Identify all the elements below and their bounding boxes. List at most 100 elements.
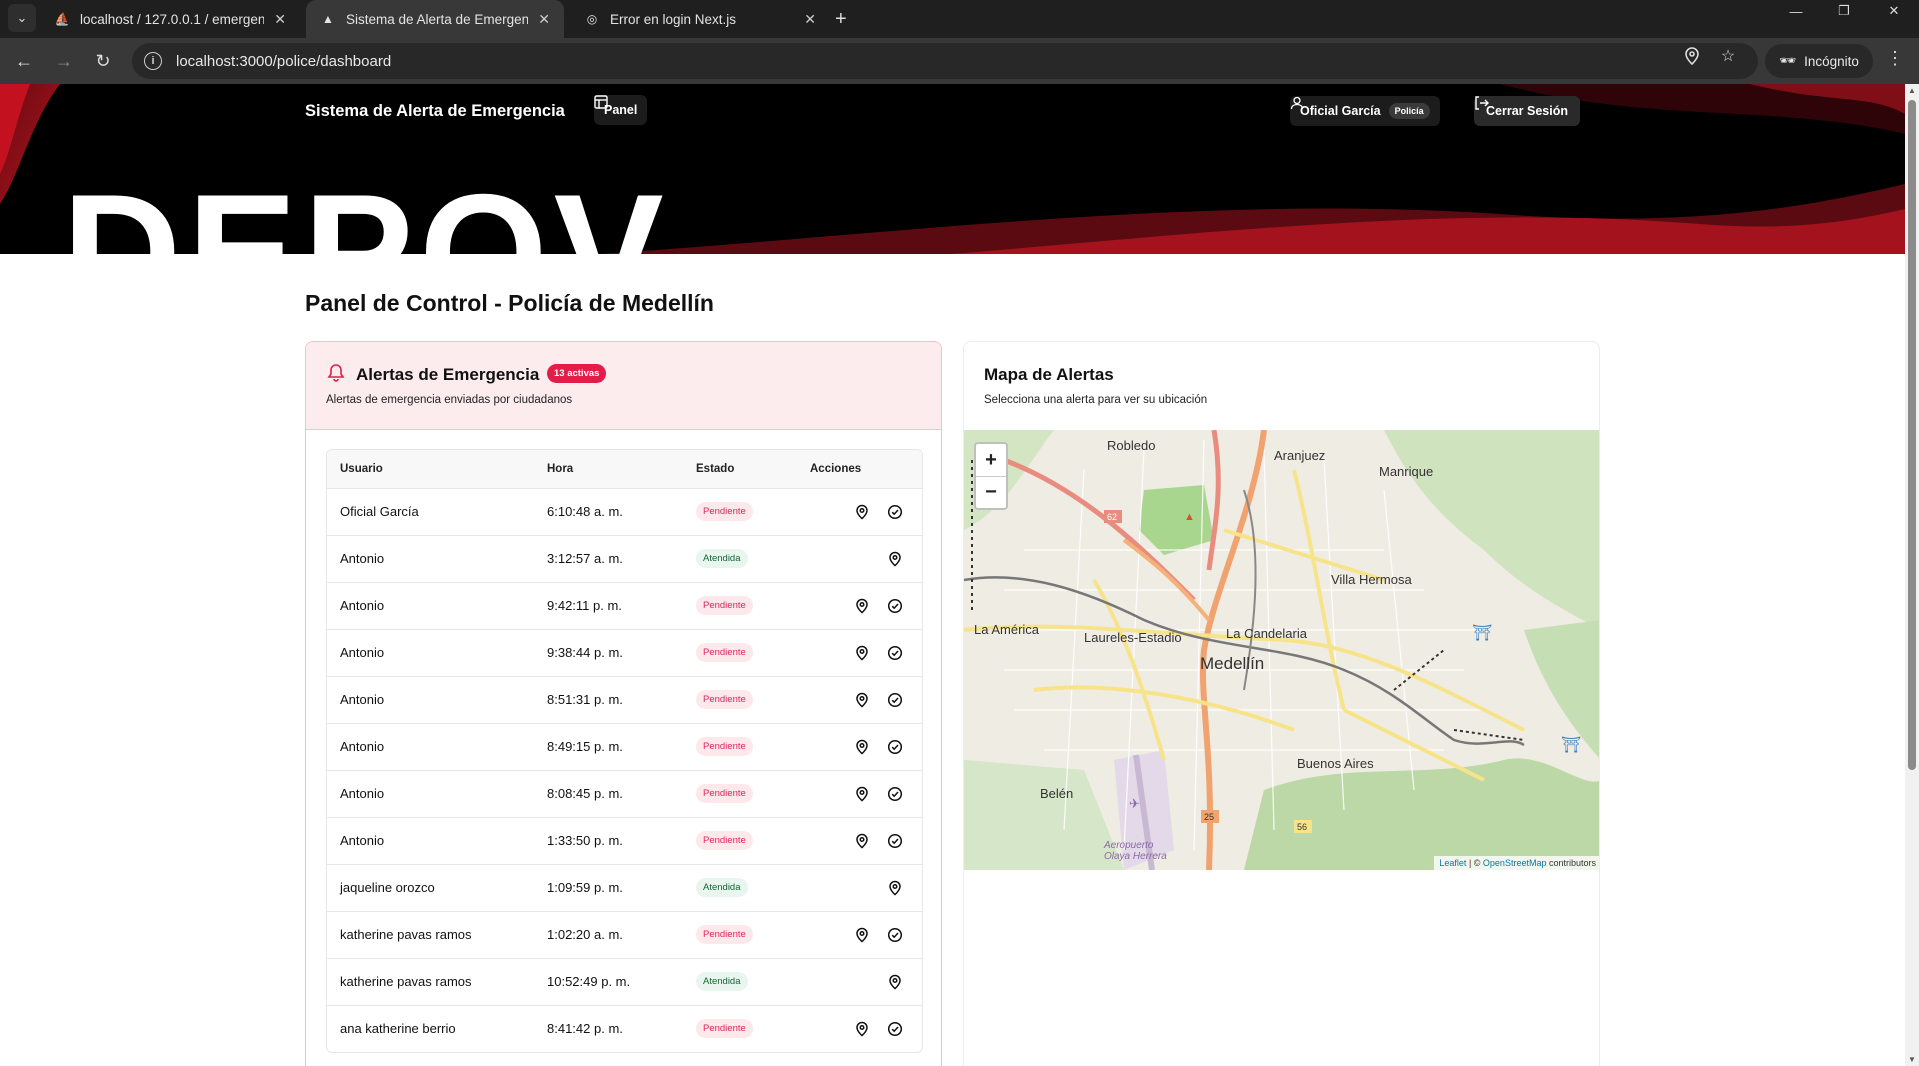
alert-status-cell: Pendiente [696,816,810,864]
address-bar[interactable]: i localhost:3000/police/dashboard [132,43,1758,79]
table-row[interactable]: Oficial García 6:10:48 a. m. Pendiente [327,487,922,535]
zoom-out-button[interactable]: − [976,476,1006,508]
alerts-map[interactable]: 62 56 25 ⛩ ⛩ ▲ ✈ Robledo Aranjuez Manriq… [964,430,1599,870]
phpmyadmin-icon: ⛵ [54,12,70,26]
table-row[interactable]: Antonio 8:51:31 p. m. Pendiente [327,675,922,723]
back-icon[interactable]: ← [10,47,38,75]
map-pin-icon[interactable] [848,780,875,807]
alert-user: katherine pavas ramos [327,957,547,1005]
mark-attended-check-icon[interactable] [881,1015,908,1042]
browser-tab-active[interactable]: ▲ Sistema de Alerta de Emergenc ✕ [306,0,564,38]
mark-attended-check-icon[interactable] [881,733,908,760]
osm-link[interactable]: OpenStreetMap [1483,858,1547,868]
table-row[interactable]: Antonio 3:12:57 a. m. Atendida [327,534,922,582]
map-label-airport: Aeropuerto Olaya Herrera [1104,840,1167,862]
close-tab-icon[interactable]: ✕ [274,11,286,28]
logout-label: Cerrar Sesión [1486,104,1568,118]
map-pin-icon[interactable] [881,968,908,995]
panel-nav-button[interactable]: Panel [594,95,648,125]
attribution-tail: contributors [1546,858,1596,868]
layout-icon [594,95,608,109]
mark-attended-check-icon[interactable] [881,827,908,854]
location-icon[interactable] [1682,46,1702,66]
incognito-label: Incógnito [1804,53,1859,69]
mark-attended-check-icon[interactable] [881,639,908,666]
tab-search-button[interactable]: ⌄ [8,4,36,32]
alert-actions-cell [810,534,922,582]
scroll-down-arrow[interactable]: ▼ [1907,1055,1917,1064]
bookmark-star-icon[interactable]: ☆ [1718,46,1738,66]
alert-time: 8:49:15 p. m. [547,722,696,770]
map-tiles: 62 56 25 ⛩ ⛩ ▲ ✈ [964,430,1599,870]
map-pin-icon[interactable] [848,686,875,713]
alert-user: katherine pavas ramos [327,910,547,958]
close-tab-icon[interactable]: ✕ [804,11,816,28]
user-name: Oficial García [1300,104,1381,118]
mark-attended-check-icon[interactable] [881,780,908,807]
map-title: Mapa de Alertas [984,365,1114,384]
new-tab-button[interactable]: + [835,0,847,38]
status-badge: Pendiente [696,643,753,662]
user-menu[interactable]: Oficial García Policía [1290,96,1440,126]
map-subtitle: Selecciona una alerta para ver su ubicac… [984,394,1208,406]
map-pin-icon[interactable] [848,921,875,948]
table-row[interactable]: jaqueline orozco 1:09:59 p. m. Atendida [327,863,922,911]
status-badge: Pendiente [696,737,753,756]
table-row[interactable]: Antonio 8:49:15 p. m. Pendiente [327,722,922,770]
table-row[interactable]: Antonio 9:42:11 p. m. Pendiente [327,581,922,629]
status-badge: Pendiente [696,596,753,615]
alert-actions-cell [810,722,922,770]
alert-time: 8:51:31 p. m. [547,675,696,723]
map-pin-icon[interactable] [848,827,875,854]
scrollbar-thumb[interactable] [1908,100,1916,770]
map-pin-icon[interactable] [848,639,875,666]
close-tab-icon[interactable]: ✕ [538,11,550,28]
site-info-icon[interactable]: i [144,52,162,70]
status-badge: Pendiente [696,690,753,709]
browser-tab-error[interactable]: ◎ Error en login Next.js ✕ [570,0,830,38]
reload-icon[interactable]: ↻ [89,47,117,75]
browser-toolbar: ← → ↻ i localhost:3000/police/dashboard … [0,38,1919,84]
alert-actions-cell [810,769,922,817]
brand-title[interactable]: Sistema de Alerta de Emergencia [305,102,565,121]
map-pin-icon[interactable] [848,592,875,619]
alert-actions-cell [810,487,922,535]
map-pin-icon[interactable] [881,545,908,572]
map-pin-icon[interactable] [848,1015,875,1042]
table-row[interactable]: ana katherine berrio 8:41:42 p. m. Pendien… [327,1004,922,1052]
page-scrollbar[interactable]: ▲ ▼ [1905,84,1919,1066]
restore-icon[interactable]: ❐ [1822,0,1866,22]
minimize-icon[interactable]: — [1774,0,1818,22]
mark-attended-check-icon[interactable] [881,686,908,713]
forward-icon[interactable]: → [50,47,78,75]
mark-attended-check-icon[interactable] [881,592,908,619]
table-row[interactable]: Antonio 8:08:45 p. m. Pendiente [327,769,922,817]
alerts-table-body: Oficial García 6:10:48 a. m. Pendiente Anto… [327,487,922,1052]
map-pin-icon[interactable] [881,874,908,901]
page-viewport: DEPOV Sistema de Alerta de Emergencia Pa… [0,84,1905,1066]
close-window-icon[interactable]: ✕ [1872,0,1916,22]
table-row[interactable]: katherine pavas ramos 1:02:20 a. m. Pendie… [327,910,922,958]
logout-button[interactable]: Cerrar Sesión [1474,96,1580,126]
map-pin-icon[interactable] [848,498,875,525]
leaflet-link[interactable]: Leaflet [1439,858,1466,868]
alert-user: ana katherine berrio [327,1004,547,1052]
table-row[interactable]: Antonio 9:38:44 p. m. Pendiente [327,628,922,676]
browser-menu-icon[interactable]: ⋮ [1886,48,1904,69]
browser-tab-phpmyadmin[interactable]: ⛵ localhost / 127.0.0.1 / emergenc ✕ [40,0,300,38]
scroll-up-arrow[interactable]: ▲ [1907,86,1917,95]
active-count-badge: 13 activas [547,364,607,383]
alerts-card: Alertas de Emergencia 13 activas Alertas… [305,341,942,1066]
alert-time: 8:41:42 p. m. [547,1004,696,1052]
table-row[interactable]: katherine pavas ramos 10:52:49 p. m. Atend… [327,957,922,1005]
table-row[interactable]: Antonio 1:33:50 p. m. Pendiente [327,816,922,864]
incognito-indicator[interactable]: 🕶 Incógnito [1765,44,1873,78]
alert-status-cell: Atendida [696,957,810,1005]
zoom-in-button[interactable]: + [976,444,1006,476]
mark-attended-check-icon[interactable] [881,921,908,948]
status-badge: Atendida [696,878,748,897]
map-pin-icon[interactable] [848,733,875,760]
mark-attended-check-icon[interactable] [881,498,908,525]
alert-actions-cell [810,816,922,864]
incognito-icon: 🕶 [1779,53,1797,68]
